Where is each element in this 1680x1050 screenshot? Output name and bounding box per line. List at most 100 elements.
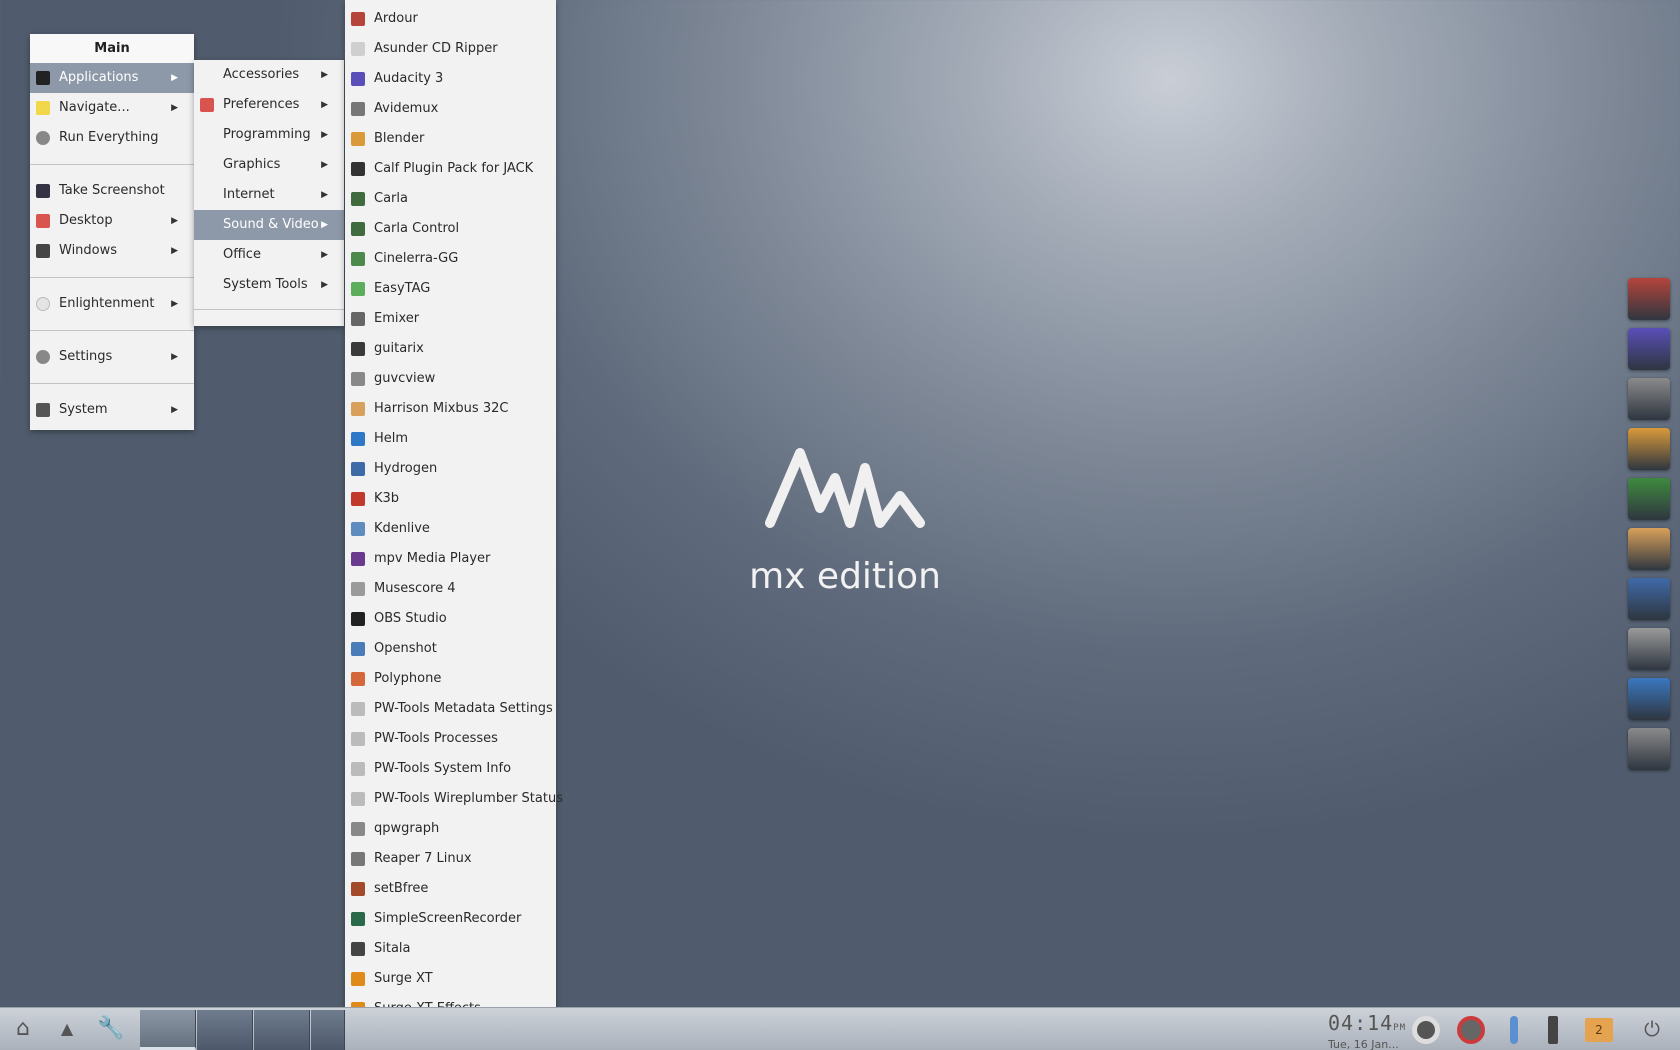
clock[interactable]: 04:14PM Tue, 16 Jan... [1328,1012,1406,1050]
app-icon [351,432,365,446]
main-menu-item-settings[interactable]: Settings ▶ [30,342,194,372]
sound-video-item[interactable]: Cinelerra-GG [345,244,556,274]
apps-item-internet[interactable]: Internet ▶ [194,180,344,210]
menu-item-label: Surge XT [374,971,433,986]
preferences-icon [200,98,214,112]
sound-video-item[interactable]: PW-Tools Wireplumber Status [345,784,563,814]
main-menu-item-applications[interactable]: Applications ▶ [30,63,194,93]
menu-item-label: Enlightenment [59,296,155,311]
sound-video-item[interactable]: Carla Control [345,214,556,244]
sound-video-item[interactable]: Surge XT [345,964,556,994]
menu-item-label: Office [223,247,261,262]
mixbus-icon[interactable] [1628,528,1670,570]
apps-item-accessories[interactable]: Accessories ▶ [194,60,344,90]
menu-item-label: guitarix [374,341,424,356]
sound-video-item[interactable]: Helm [345,424,556,454]
clock-time: 04:14 [1328,1011,1394,1035]
apps-item-preferences[interactable]: Preferences ▶ [194,90,344,120]
sound-video-item[interactable]: guvcview [345,364,556,394]
logo-waveform: mx edition [749,448,941,597]
submenu-arrow-icon: ▶ [171,73,178,83]
menu-item-label: Cinelerra-GG [374,251,459,266]
app-icon [351,282,365,296]
sound-video-item[interactable]: Kdenlive [345,514,556,544]
battery-icon[interactable] [1548,1016,1558,1044]
sound-video-item[interactable]: setBfree [345,874,556,904]
pager-desk-1[interactable] [140,1010,196,1050]
kdenlive-icon[interactable] [1628,578,1670,620]
menu-item-label: Reaper 7 Linux [374,851,472,866]
app-icon [351,792,365,806]
volume-icon[interactable] [1412,1016,1440,1044]
menu-item-label: guvcview [374,371,436,386]
main-menu-item-run-everything[interactable]: Run Everything [30,123,194,153]
main-menu-item-take-screenshot[interactable]: Take Screenshot [30,176,194,206]
chevron-up-icon[interactable]: ▲ [52,1014,82,1044]
menu-item-label: Sitala [374,941,411,956]
sound-video-item[interactable]: Polyphone [345,664,556,694]
sound-video-item[interactable]: Harrison Mixbus 32C [345,394,556,424]
ardour-icon[interactable] [1628,278,1670,320]
sound-video-item[interactable]: SimpleScreenRecorder [345,904,556,934]
sound-video-item[interactable]: EasyTAG [345,274,556,304]
menu-item-label: Take Screenshot [59,183,165,198]
pager-desk-3[interactable] [254,1010,310,1050]
blender-icon[interactable] [1628,428,1670,470]
sound-video-item[interactable]: qpwgraph [345,814,556,844]
notification-badge[interactable]: 2 [1585,1018,1613,1042]
clock-date: Tue, 16 Jan... [1328,1038,1399,1050]
main-menu-item-windows[interactable]: Windows ▶ [30,236,194,266]
sound-video-item[interactable]: Carla [345,184,556,214]
apps-item-graphics[interactable]: Graphics ▶ [194,150,344,180]
main-menu-item-enlightenment[interactable]: Enlightenment ▶ [30,289,194,319]
sound-video-item[interactable]: Calf Plugin Pack for JACK [345,154,556,184]
app-icon [351,672,365,686]
sound-video-item[interactable]: Openshot [345,634,556,664]
cinelerra-icon[interactable] [1628,478,1670,520]
sound-video-item[interactable]: Musescore 4 [345,574,556,604]
apps-item-programming[interactable]: Programming ▶ [194,120,344,150]
sound-video-item[interactable]: Sitala [345,934,556,964]
cpu-gauge-icon[interactable] [1457,1016,1485,1044]
sound-video-item[interactable]: mpv Media Player [345,544,556,574]
sound-video-item[interactable]: Ardour [345,4,556,34]
app-icon [351,372,365,386]
musescore-icon[interactable] [1628,628,1670,670]
app-icon [351,12,365,26]
apps-item-system-tools[interactable]: System Tools ▶ [194,270,344,300]
menu-item-label: K3b [374,491,400,506]
power-icon[interactable]: ⏻ [1637,1014,1667,1044]
main-menu-item-system[interactable]: System ▶ [30,395,194,425]
sound-video-item[interactable]: OBS Studio [345,604,556,634]
reaper-icon[interactable] [1628,728,1670,770]
terminal-icon [36,71,50,85]
temperature-icon[interactable] [1510,1016,1518,1044]
launcher-dock [1628,278,1674,778]
sound-video-item[interactable]: guitarix [345,334,556,364]
app-icon [351,492,365,506]
sound-video-item[interactable]: PW-Tools Processes [345,724,556,754]
sound-video-item[interactable]: PW-Tools Metadata Settings [345,694,556,724]
apps-item-office[interactable]: Office ▶ [194,240,344,270]
pager-desk-4[interactable] [311,1010,345,1050]
apps-item-sound-video[interactable]: Sound & Video ▶ [194,210,344,240]
sound-video-item[interactable]: Hydrogen [345,454,556,484]
sound-video-item[interactable]: K3b [345,484,556,514]
main-menu-item-desktop[interactable]: Desktop ▶ [30,206,194,236]
audacity-icon[interactable] [1628,328,1670,370]
sound-video-item[interactable]: PW-Tools System Info [345,754,556,784]
openshot-icon[interactable] [1628,678,1670,720]
menu-separator [30,330,194,331]
sound-video-item[interactable]: Reaper 7 Linux [345,844,556,874]
monitor-icon [36,403,50,417]
sound-video-item[interactable]: Avidemux [345,94,556,124]
sound-video-item[interactable]: Blender [345,124,556,154]
sound-video-item[interactable]: Asunder CD Ripper [345,34,556,64]
pager-desk-2[interactable] [197,1010,253,1050]
sound-video-item[interactable]: Emixer [345,304,556,334]
sound-video-item[interactable]: Audacity 3 [345,64,556,94]
start-menu-icon[interactable]: ⌂ [8,1014,38,1044]
main-menu-item-navigate[interactable]: Navigate... ▶ [30,93,194,123]
wrench-icon[interactable]: 🔧 [96,1014,126,1044]
avidemux-icon[interactable] [1628,378,1670,420]
